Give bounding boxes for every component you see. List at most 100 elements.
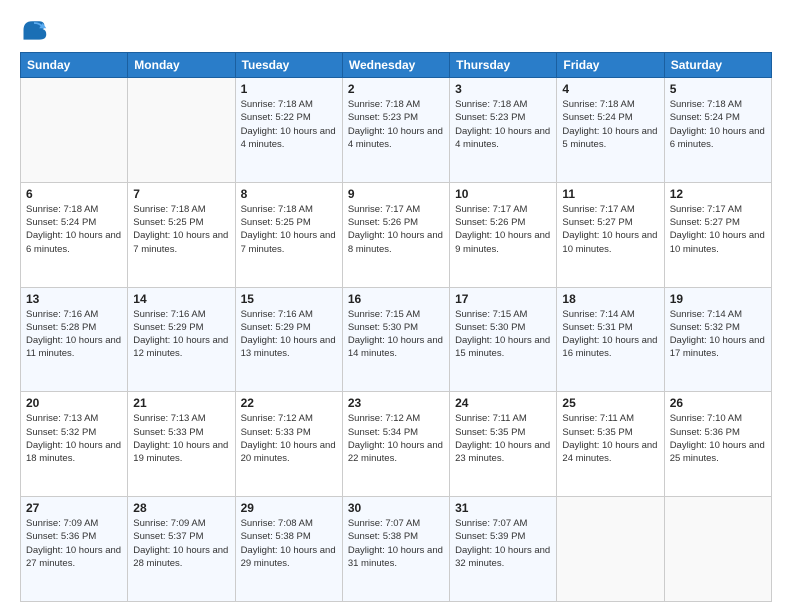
day-info: Sunrise: 7:07 AMSunset: 5:38 PMDaylight:… [348,517,444,570]
day-number: 4 [562,82,658,96]
weekday-header-row: SundayMondayTuesdayWednesdayThursdayFrid… [21,53,772,78]
day-number: 8 [241,187,337,201]
day-number: 3 [455,82,551,96]
calendar-cell: 1Sunrise: 7:18 AMSunset: 5:22 PMDaylight… [235,78,342,183]
calendar-cell: 9 Sunrise: 7:17 AMSunset: 5:26 PMDaylight… [342,182,449,287]
weekday-header-thursday: Thursday [450,53,557,78]
header [20,16,772,44]
weekday-header-monday: Monday [128,53,235,78]
calendar-cell: 30 Sunrise: 7:07 AMSunset: 5:38 PMDayligh… [342,497,449,602]
day-info: Sunrise: 7:18 AMSunset: 5:24 PMDaylight:… [562,98,658,151]
day-number: 27 [26,501,122,515]
day-number: 15 [241,292,337,306]
calendar-cell: 19 Sunrise: 7:14 AMSunset: 5:32 PMDayligh… [664,287,771,392]
day-info: Sunrise: 7:10 AMSunset: 5:36 PMDaylight:… [670,412,766,465]
day-number: 13 [26,292,122,306]
day-info: Sunrise: 7:13 AMSunset: 5:32 PMDaylight:… [26,412,122,465]
day-info: Sunrise: 7:09 AMSunset: 5:36 PMDaylight:… [26,517,122,570]
day-info: Sunrise: 7:13 AMSunset: 5:33 PMDaylight:… [133,412,229,465]
weekday-header-saturday: Saturday [664,53,771,78]
weekday-header-tuesday: Tuesday [235,53,342,78]
calendar-table: SundayMondayTuesdayWednesdayThursdayFrid… [20,52,772,602]
weekday-header-sunday: Sunday [21,53,128,78]
calendar-cell: 21 Sunrise: 7:13 AMSunset: 5:33 PMDayligh… [128,392,235,497]
day-number: 24 [455,396,551,410]
calendar-cell: 28 Sunrise: 7:09 AMSunset: 5:37 PMDayligh… [128,497,235,602]
calendar-cell [664,497,771,602]
day-number: 12 [670,187,766,201]
day-number: 16 [348,292,444,306]
page: SundayMondayTuesdayWednesdayThursdayFrid… [0,0,792,612]
calendar-cell [21,78,128,183]
calendar-cell: 6 Sunrise: 7:18 AMSunset: 5:24 PMDaylight… [21,182,128,287]
week-row-1: 1Sunrise: 7:18 AMSunset: 5:22 PMDaylight… [21,78,772,183]
calendar-cell: 11 Sunrise: 7:17 AMSunset: 5:27 PMDayligh… [557,182,664,287]
day-info: Sunrise: 7:08 AMSunset: 5:38 PMDaylight:… [241,517,337,570]
day-info: Sunrise: 7:14 AMSunset: 5:32 PMDaylight:… [670,308,766,361]
calendar-cell: 27 Sunrise: 7:09 AMSunset: 5:36 PMDayligh… [21,497,128,602]
weekday-header-wednesday: Wednesday [342,53,449,78]
day-number: 23 [348,396,444,410]
calendar-cell: 7 Sunrise: 7:18 AMSunset: 5:25 PMDaylight… [128,182,235,287]
day-number: 19 [670,292,766,306]
day-number: 7 [133,187,229,201]
calendar-cell: 14Sunrise: 7:16 AMSunset: 5:29 PMDayligh… [128,287,235,392]
day-info: Sunrise: 7:18 AMSunset: 5:25 PMDaylight:… [133,203,229,256]
day-info: Sunrise: 7:17 AMSunset: 5:26 PMDaylight:… [348,203,444,256]
day-info: Sunrise: 7:15 AMSunset: 5:30 PMDaylight:… [455,308,551,361]
day-number: 9 [348,187,444,201]
day-info: Sunrise: 7:12 AMSunset: 5:33 PMDaylight:… [241,412,337,465]
day-info: Sunrise: 7:11 AMSunset: 5:35 PMDaylight:… [562,412,658,465]
calendar-cell: 17Sunrise: 7:15 AMSunset: 5:30 PMDayligh… [450,287,557,392]
calendar-cell: 8 Sunrise: 7:18 AMSunset: 5:25 PMDaylight… [235,182,342,287]
day-info: Sunrise: 7:09 AMSunset: 5:37 PMDaylight:… [133,517,229,570]
day-number: 6 [26,187,122,201]
day-number: 5 [670,82,766,96]
day-number: 26 [670,396,766,410]
calendar-cell [128,78,235,183]
day-info: Sunrise: 7:16 AMSunset: 5:29 PMDaylight:… [241,308,337,361]
week-row-3: 13 Sunrise: 7:16 AMSunset: 5:28 PMDayligh… [21,287,772,392]
day-info: Sunrise: 7:14 AMSunset: 5:31 PMDaylight:… [562,308,658,361]
calendar-cell [557,497,664,602]
calendar-cell: 22 Sunrise: 7:12 AMSunset: 5:33 PMDayligh… [235,392,342,497]
day-info: Sunrise: 7:18 AMSunset: 5:24 PMDaylight:… [26,203,122,256]
day-info: Sunrise: 7:12 AMSunset: 5:34 PMDaylight:… [348,412,444,465]
day-info: Sunrise: 7:17 AMSunset: 5:26 PMDaylight:… [455,203,551,256]
logo-icon [20,16,48,44]
calendar-cell: 15 Sunrise: 7:16 AMSunset: 5:29 PMDayligh… [235,287,342,392]
calendar-cell: 2Sunrise: 7:18 AMSunset: 5:23 PMDaylight… [342,78,449,183]
day-info: Sunrise: 7:17 AMSunset: 5:27 PMDaylight:… [562,203,658,256]
day-info: Sunrise: 7:18 AMSunset: 5:22 PMDaylight:… [241,98,337,151]
day-info: Sunrise: 7:18 AMSunset: 5:24 PMDaylight:… [670,98,766,151]
day-info: Sunrise: 7:18 AMSunset: 5:25 PMDaylight:… [241,203,337,256]
weekday-header-friday: Friday [557,53,664,78]
day-number: 11 [562,187,658,201]
day-number: 22 [241,396,337,410]
calendar-cell: 29 Sunrise: 7:08 AMSunset: 5:38 PMDayligh… [235,497,342,602]
day-info: Sunrise: 7:16 AMSunset: 5:28 PMDaylight:… [26,308,122,361]
calendar-cell: 20 Sunrise: 7:13 AMSunset: 5:32 PMDayligh… [21,392,128,497]
day-number: 29 [241,501,337,515]
calendar-cell: 18 Sunrise: 7:14 AMSunset: 5:31 PMDayligh… [557,287,664,392]
day-info: Sunrise: 7:11 AMSunset: 5:35 PMDaylight:… [455,412,551,465]
day-number: 28 [133,501,229,515]
day-number: 25 [562,396,658,410]
day-info: Sunrise: 7:17 AMSunset: 5:27 PMDaylight:… [670,203,766,256]
calendar-cell: 12 Sunrise: 7:17 AMSunset: 5:27 PMDayligh… [664,182,771,287]
day-number: 18 [562,292,658,306]
day-info: Sunrise: 7:16 AMSunset: 5:29 PMDaylight:… [133,308,229,361]
day-number: 30 [348,501,444,515]
calendar-cell: 5 Sunrise: 7:18 AMSunset: 5:24 PMDaylight… [664,78,771,183]
day-number: 20 [26,396,122,410]
calendar-cell: 23 Sunrise: 7:12 AMSunset: 5:34 PMDayligh… [342,392,449,497]
day-info: Sunrise: 7:15 AMSunset: 5:30 PMDaylight:… [348,308,444,361]
calendar-cell: 10 Sunrise: 7:17 AMSunset: 5:26 PMDayligh… [450,182,557,287]
calendar-cell: 31Sunrise: 7:07 AMSunset: 5:39 PMDayligh… [450,497,557,602]
day-number: 10 [455,187,551,201]
calendar-cell: 16 Sunrise: 7:15 AMSunset: 5:30 PMDayligh… [342,287,449,392]
day-info: Sunrise: 7:07 AMSunset: 5:39 PMDaylight:… [455,517,551,570]
calendar-cell: 25 Sunrise: 7:11 AMSunset: 5:35 PMDayligh… [557,392,664,497]
day-number: 21 [133,396,229,410]
day-info: Sunrise: 7:18 AMSunset: 5:23 PMDaylight:… [348,98,444,151]
